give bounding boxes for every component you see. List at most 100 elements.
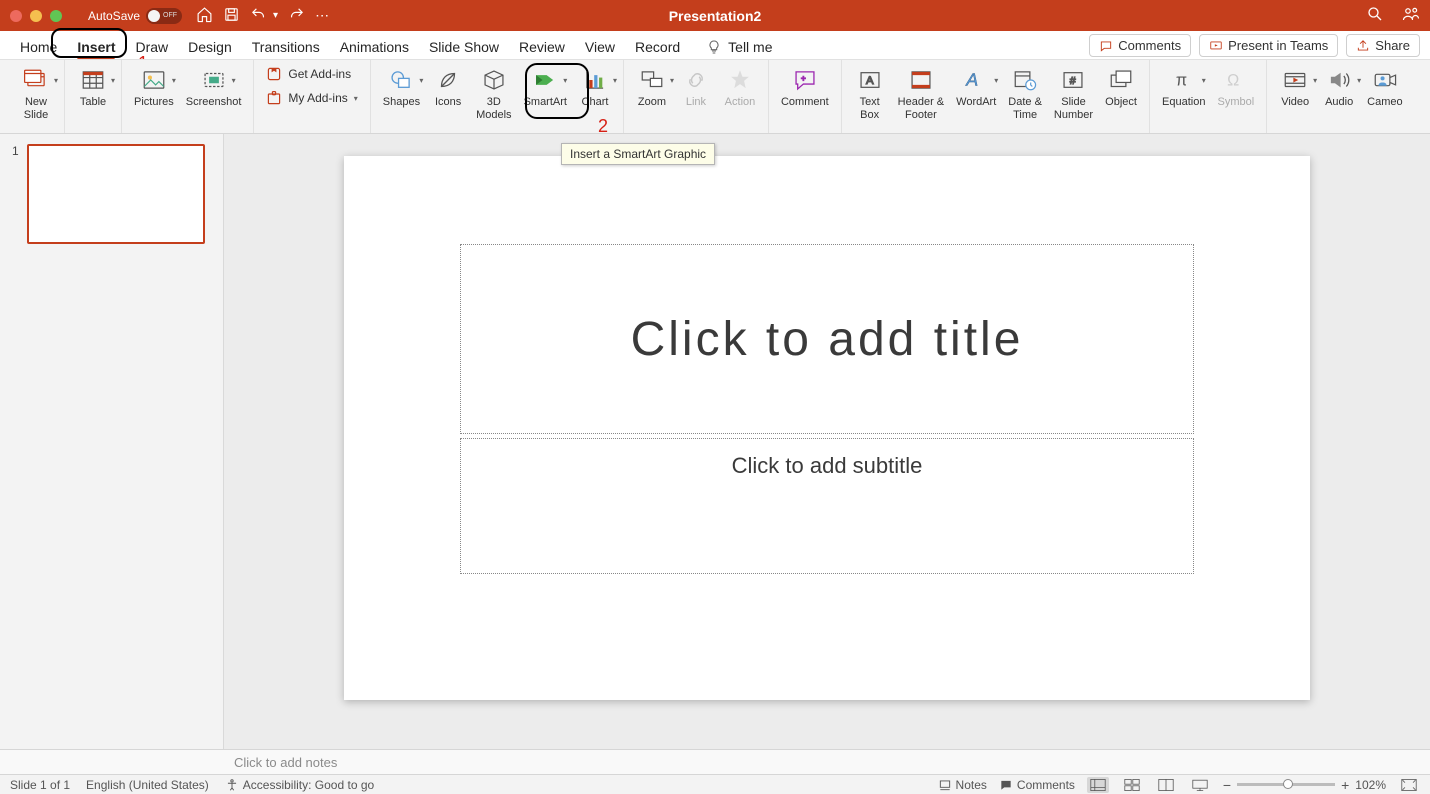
table-button[interactable]: ▾ Table — [73, 64, 113, 111]
smartart-button[interactable]: ▾ SmartArt — [520, 64, 571, 111]
slide-sorter-button[interactable] — [1121, 777, 1143, 793]
notes-pane[interactable]: Click to add notes — [0, 749, 1430, 774]
minimize-window-icon[interactable] — [30, 10, 42, 22]
pictures-button[interactable]: ▾ Pictures — [130, 64, 178, 111]
textbox-button[interactable]: A Text Box — [850, 64, 890, 123]
icons-button[interactable]: Icons — [428, 64, 468, 111]
comment-small-icon — [999, 778, 1013, 792]
zoom-controls: − + 102% — [1223, 777, 1386, 793]
thumbnail-number: 1 — [12, 144, 19, 158]
autosave-toggle[interactable]: OFF — [146, 8, 182, 24]
save-icon[interactable] — [223, 6, 240, 26]
zoom-slides-icon — [639, 67, 665, 93]
ribbon-insert: ▾ New Slide ▾ Table ▾ Pictures ▾ Screens… — [0, 59, 1430, 134]
present-icon — [1209, 39, 1223, 53]
present-in-teams-button[interactable]: Present in Teams — [1199, 34, 1338, 57]
comments-toggle[interactable]: Comments — [999, 778, 1075, 792]
get-addins-button[interactable]: Get Add-ins — [262, 64, 361, 84]
link-button: Link — [676, 64, 716, 111]
header-footer-icon — [908, 67, 934, 93]
chart-button[interactable]: ▾ Chart — [575, 64, 615, 111]
autosave-control[interactable]: AutoSave OFF — [88, 8, 182, 24]
language-indicator[interactable]: English (United States) — [86, 778, 209, 792]
shapes-button[interactable]: ▾ Shapes — [379, 64, 424, 111]
tab-slideshow[interactable]: Slide Show — [419, 35, 509, 59]
header-footer-button[interactable]: Header & Footer — [894, 64, 948, 123]
tab-review[interactable]: Review — [509, 35, 575, 59]
slide-thumbnail-1[interactable] — [27, 144, 205, 244]
table-icon — [80, 67, 106, 93]
screenshot-button[interactable]: ▾ Screenshot — [182, 64, 246, 111]
notes-toggle[interactable]: Notes — [938, 778, 987, 792]
zoom-in-button[interactable]: + — [1341, 777, 1349, 793]
date-time-button[interactable]: Date & Time — [1004, 64, 1046, 123]
more-icon[interactable]: ⋯ — [315, 7, 329, 24]
slide-number-button[interactable]: # Slide Number — [1050, 64, 1097, 123]
reading-view-button[interactable] — [1155, 777, 1177, 793]
camera-person-icon — [1372, 67, 1398, 93]
accessibility-status[interactable]: Accessibility: Good to go — [225, 778, 374, 792]
maximize-window-icon[interactable] — [50, 10, 62, 22]
zoom-percentage[interactable]: 102% — [1355, 778, 1386, 792]
subtitle-placeholder[interactable]: Click to add subtitle — [460, 438, 1194, 574]
store-icon — [266, 66, 282, 82]
object-button[interactable]: Object — [1101, 64, 1141, 111]
title-placeholder[interactable]: Click to add title — [460, 244, 1194, 434]
workspace: 1 Click to add title Click to add subtit… — [0, 134, 1430, 749]
tell-me[interactable]: Tell me — [696, 35, 782, 59]
wordart-button[interactable]: A▾ WordArt — [952, 64, 1000, 111]
symbol-button: Ω Symbol — [1213, 64, 1258, 111]
equation-button[interactable]: π▾ Equation — [1158, 64, 1209, 111]
autosave-label: AutoSave — [88, 9, 140, 23]
calendar-clock-icon — [1012, 67, 1038, 93]
comment-button[interactable]: + Comment — [777, 64, 833, 111]
tab-transitions[interactable]: Transitions — [242, 35, 330, 59]
slide-thumbnails-panel[interactable]: 1 — [0, 134, 224, 749]
new-slide-button[interactable]: ▾ New Slide — [16, 64, 56, 123]
tab-design[interactable]: Design — [178, 35, 242, 59]
zoom-out-button[interactable]: − — [1223, 777, 1231, 793]
undo-icon[interactable] — [250, 6, 267, 26]
share-button[interactable]: Share — [1346, 34, 1420, 57]
tab-view[interactable]: View — [575, 35, 625, 59]
cameo-button[interactable]: Cameo — [1363, 64, 1406, 111]
tab-animations[interactable]: Animations — [330, 35, 419, 59]
slide-counter[interactable]: Slide 1 of 1 — [10, 778, 70, 792]
search-icon[interactable] — [1366, 5, 1384, 26]
object-icon — [1108, 67, 1134, 93]
audio-button[interactable]: ▾ Audio — [1319, 64, 1359, 111]
tab-home[interactable]: Home — [10, 35, 67, 59]
share-people-icon[interactable] — [1402, 5, 1420, 26]
comments-button[interactable]: Comments — [1089, 34, 1191, 57]
redo-icon[interactable] — [288, 6, 305, 26]
smartart-tooltip: Insert a SmartArt Graphic — [561, 143, 715, 165]
normal-view-button[interactable] — [1087, 777, 1109, 793]
share-arrow-icon — [1356, 39, 1370, 53]
3d-models-button[interactable]: 3D Models — [472, 64, 515, 123]
tab-insert[interactable]: Insert — [67, 35, 125, 59]
new-slide-icon — [23, 67, 49, 93]
screenshot-icon — [201, 67, 227, 93]
undo-dropdown-icon[interactable]: ▾ — [273, 10, 278, 21]
zoom-slider[interactable] — [1237, 783, 1335, 786]
accessibility-icon — [225, 778, 239, 792]
slide-1[interactable]: Click to add title Click to add subtitle — [344, 156, 1310, 700]
my-addins-button[interactable]: My Add-ins ▾ — [262, 88, 361, 108]
slide-canvas-area: Click to add title Click to add subtitle — [224, 134, 1430, 749]
tab-draw[interactable]: Draw — [125, 35, 178, 59]
cube-icon — [481, 67, 507, 93]
svg-text:A: A — [965, 70, 978, 90]
tell-me-label: Tell me — [728, 39, 772, 55]
fit-to-window-button[interactable] — [1398, 777, 1420, 793]
pi-icon: π — [1171, 67, 1197, 93]
leaf-icon — [435, 67, 461, 93]
close-window-icon[interactable] — [10, 10, 22, 22]
tab-record[interactable]: Record — [625, 35, 690, 59]
link-icon — [683, 67, 709, 93]
zoom-button[interactable]: ▾ Zoom — [632, 64, 672, 111]
ribbon-tabs: Home Insert Draw Design Transitions Anim… — [0, 31, 1430, 59]
slideshow-view-button[interactable] — [1189, 777, 1211, 793]
quick-access-toolbar: ▾ ⋯ — [196, 6, 329, 26]
video-button[interactable]: ▾ Video — [1275, 64, 1315, 111]
home-icon[interactable] — [196, 6, 213, 26]
